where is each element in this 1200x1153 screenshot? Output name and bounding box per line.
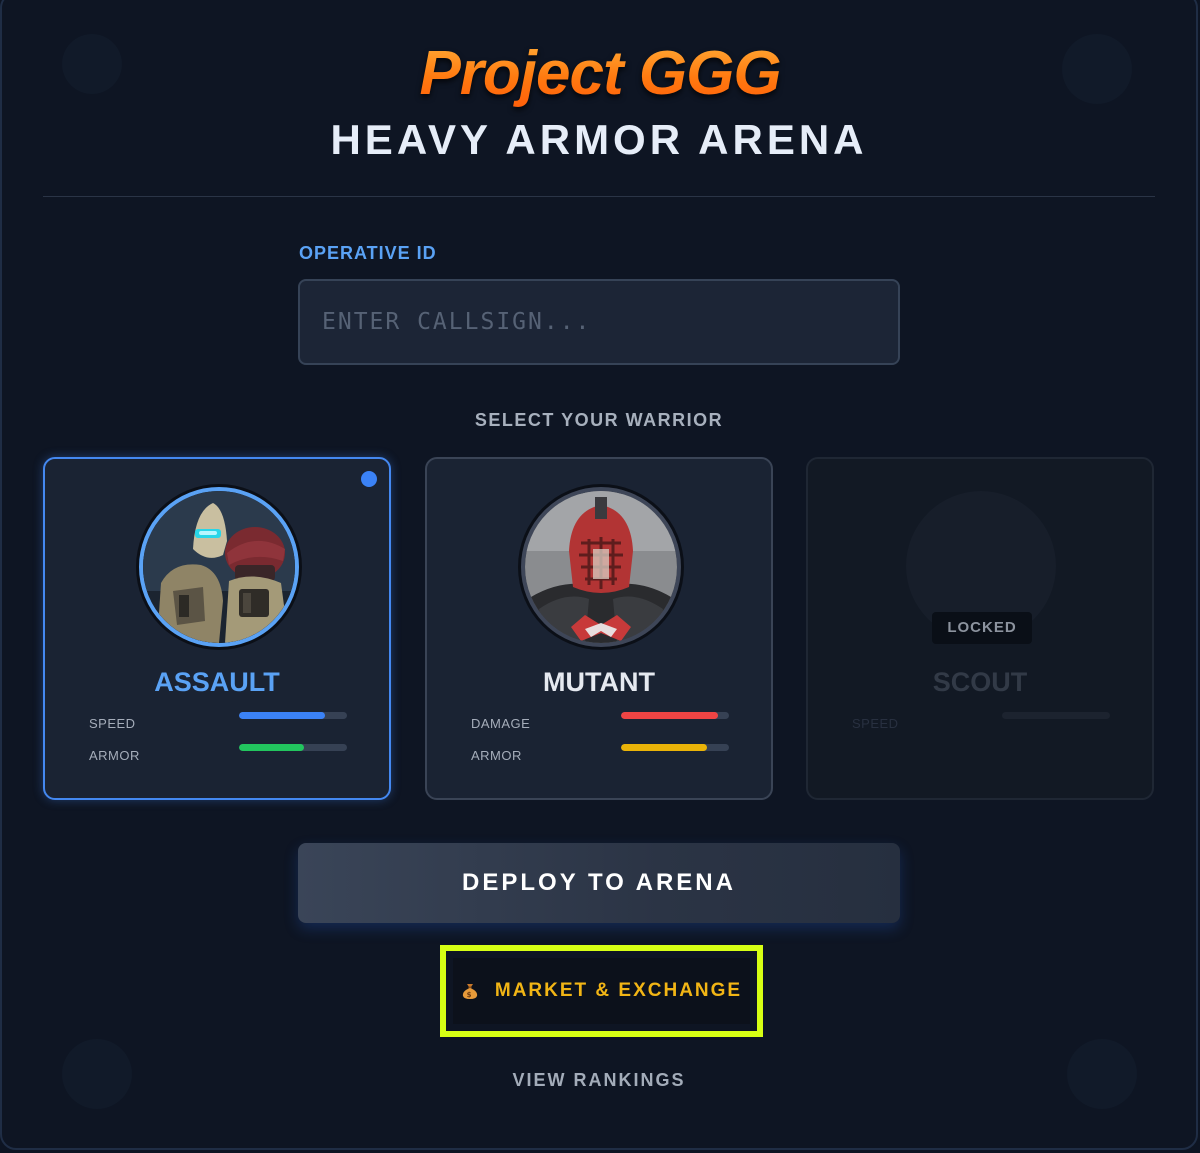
warrior-name: MUTANT: [543, 667, 655, 697]
callsign-input[interactable]: [298, 279, 900, 365]
damage-stat-fill: [621, 712, 719, 719]
select-warrior-label: SELECT YOUR WARRIOR: [474, 410, 724, 430]
operative-id-label: OPERATIVE ID: [299, 243, 437, 263]
deploy-button[interactable]: DEPLOY TO ARENA: [298, 843, 900, 923]
armor-stat-bar: [239, 744, 347, 751]
warrior-name: ASSAULT: [154, 667, 280, 697]
damage-stat-bar: [621, 712, 729, 719]
stat-label: DAMAGE: [471, 716, 531, 731]
stat-label: SPEED: [89, 716, 136, 731]
game-title: Project GGG: [0, 38, 1200, 109]
warrior-card-scout: LOCKED SCOUT SPEED: [806, 457, 1154, 800]
stat-label: SPEED: [852, 716, 899, 731]
warrior-name: SCOUT: [932, 667, 1028, 697]
page-subtitle: HEAVY ARMOR ARENA: [330, 116, 868, 163]
view-rankings-link[interactable]: VIEW RANKINGS: [0, 1070, 1198, 1091]
selected-indicator: [361, 471, 377, 487]
armor-stat-fill: [621, 744, 708, 751]
stat-label: ARMOR: [89, 748, 140, 763]
mutant-portrait: [521, 487, 681, 647]
money-bag-icon: $: [461, 982, 479, 1000]
market-label: MARKET & EXCHANGE: [494, 980, 743, 1001]
locked-badge: LOCKED: [932, 612, 1032, 644]
header-divider: [43, 196, 1155, 197]
svg-text:$: $: [466, 991, 473, 999]
speed-stat-fill: [239, 712, 326, 719]
stat-label: ARMOR: [471, 748, 522, 763]
market-exchange-button[interactable]: $ MARKET & EXCHANGE: [453, 958, 750, 1024]
speed-stat-bar: [239, 712, 347, 719]
armor-stat-bar: [621, 744, 729, 751]
armor-stat-fill: [239, 744, 304, 751]
assault-portrait: [139, 487, 299, 647]
warrior-card-assault[interactable]: ASSAULT SPEED ARMOR: [43, 457, 391, 800]
speed-stat-bar: [1002, 712, 1110, 719]
warrior-card-mutant[interactable]: MUTANT DAMAGE ARMOR: [425, 457, 773, 800]
